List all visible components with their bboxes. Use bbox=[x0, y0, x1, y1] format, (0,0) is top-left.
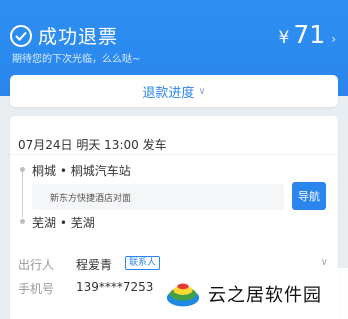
phone-label: 手机号 bbox=[18, 282, 55, 296]
station-address: 新东方快捷酒店对面 bbox=[32, 184, 284, 210]
station-address-text: 新东方快捷酒店对面 bbox=[50, 193, 132, 204]
watermark-text: 云之居软件园 bbox=[208, 284, 322, 306]
watermark-logo-icon bbox=[166, 283, 200, 306]
departure-time: 07月24日 明天 13:00 发车 bbox=[18, 138, 167, 152]
refund-amount[interactable]: ¥ 71 › bbox=[279, 20, 336, 49]
passenger-label: 出行人 bbox=[18, 258, 55, 272]
check-circle-icon bbox=[10, 24, 32, 47]
refund-progress-label: 退款进度 bbox=[142, 85, 195, 101]
currency-symbol: ¥ bbox=[278, 28, 290, 48]
watermark: 云之居软件园 bbox=[160, 268, 348, 319]
chevron-right-icon: › bbox=[331, 32, 336, 46]
passenger-name: 程爱青 bbox=[76, 258, 113, 272]
status-title: 成功退票 bbox=[38, 26, 119, 48]
contact-badge: 联系人 bbox=[125, 256, 161, 270]
navigate-button[interactable]: 导航 bbox=[292, 182, 326, 210]
status-subtitle: 期待您的下次光临，么么哒~ bbox=[12, 54, 141, 65]
phone-number: 139****7253 bbox=[76, 280, 154, 294]
status-row: 成功退票 bbox=[10, 22, 118, 49]
origin-dot bbox=[20, 167, 25, 172]
destination-station: 芜湖 • 芜湖 bbox=[32, 216, 95, 230]
refund-progress-button[interactable]: 退款进度 ∨ bbox=[10, 75, 338, 107]
amount-value: 71 bbox=[293, 20, 326, 49]
chevron-down-icon: ∨ bbox=[198, 85, 206, 97]
route-line bbox=[22, 170, 23, 218]
divider bbox=[10, 154, 338, 155]
destination-dot bbox=[20, 219, 25, 224]
chevron-down-icon[interactable]: ∨ bbox=[321, 257, 328, 268]
origin-station: 桐城 • 桐城汽车站 bbox=[32, 164, 131, 178]
